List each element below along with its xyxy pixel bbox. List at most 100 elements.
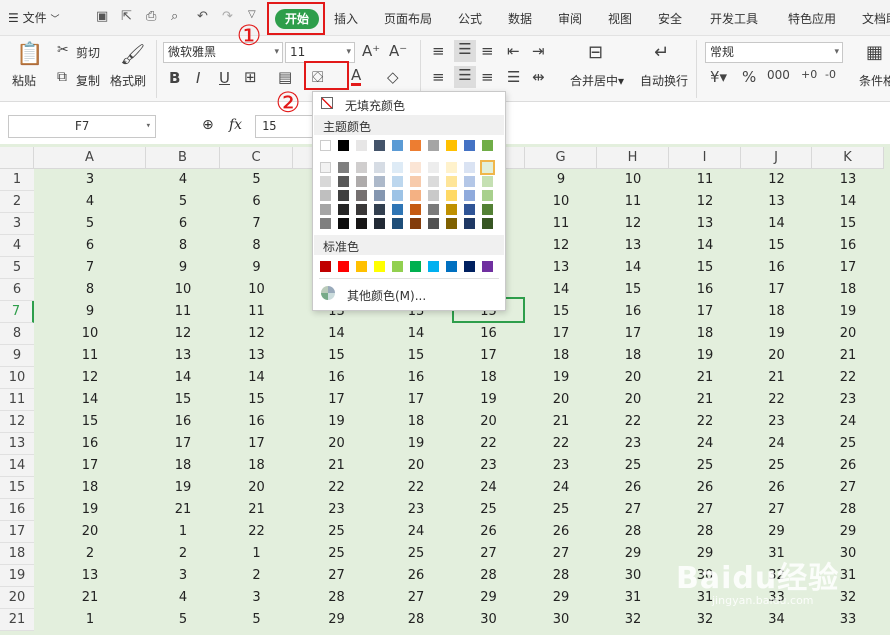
cell[interactable]: 20 xyxy=(597,389,669,411)
tab-page-layout[interactable]: 页面布局 xyxy=(384,10,432,27)
theme-shade-swatch[interactable] xyxy=(356,190,367,201)
cell[interactable]: 23 xyxy=(812,389,884,411)
row-header[interactable]: 11 xyxy=(0,389,34,411)
paste-button[interactable]: 粘贴 xyxy=(12,72,36,89)
tab-review[interactable]: 审阅 xyxy=(558,10,582,27)
theme-shade-swatch[interactable] xyxy=(410,204,421,215)
cell[interactable]: 6 xyxy=(220,191,293,213)
standard-color-swatch[interactable] xyxy=(410,261,421,272)
cell[interactable]: 11 xyxy=(34,345,146,367)
cell[interactable]: 17 xyxy=(741,279,812,301)
cell[interactable]: 17 xyxy=(380,389,452,411)
cell[interactable]: 28 xyxy=(812,499,884,521)
cell[interactable]: 21 xyxy=(741,367,812,389)
column-header-G[interactable]: G xyxy=(525,147,597,169)
cell[interactable]: 30 xyxy=(597,565,669,587)
theme-shade-swatch[interactable] xyxy=(410,218,421,229)
cell[interactable]: 29 xyxy=(525,587,597,609)
theme-color-swatch[interactable] xyxy=(446,140,457,151)
cell[interactable]: 15 xyxy=(293,345,380,367)
print-preview-icon[interactable]: ⌕ xyxy=(171,9,178,24)
cell[interactable]: 16 xyxy=(669,279,741,301)
save-icon[interactable]: ▣ xyxy=(96,9,108,24)
name-box[interactable]: F7 ▾ xyxy=(8,115,156,138)
theme-shade-swatch[interactable] xyxy=(410,190,421,201)
cell[interactable]: 22 xyxy=(293,477,380,499)
font-size-select[interactable]: 11 ▾ xyxy=(285,42,355,63)
cell[interactable]: 1 xyxy=(220,543,293,565)
cell[interactable]: 14 xyxy=(669,235,741,257)
cell[interactable]: 26 xyxy=(597,477,669,499)
cell[interactable]: 13 xyxy=(34,565,146,587)
cell[interactable]: 22 xyxy=(380,477,452,499)
theme-shade-swatch[interactable] xyxy=(392,218,403,229)
redo-icon[interactable]: ↷ xyxy=(222,9,233,24)
cell[interactable]: 25 xyxy=(293,521,380,543)
cell[interactable]: 15 xyxy=(34,411,146,433)
cell[interactable]: 14 xyxy=(34,389,146,411)
theme-color-swatch[interactable] xyxy=(410,140,421,151)
cell[interactable]: 25 xyxy=(597,455,669,477)
cell[interactable]: 25 xyxy=(293,543,380,565)
theme-shade-swatch[interactable] xyxy=(446,190,457,201)
cell[interactable]: 27 xyxy=(741,499,812,521)
theme-shade-swatch[interactable] xyxy=(320,204,331,215)
cell[interactable]: 15 xyxy=(812,213,884,235)
fx-label[interactable]: fx xyxy=(229,117,242,133)
cell[interactable]: 28 xyxy=(452,565,525,587)
cell[interactable]: 21 xyxy=(293,455,380,477)
tab-security[interactable]: 安全 xyxy=(658,10,682,27)
theme-shade-swatch[interactable] xyxy=(320,162,331,173)
font-name-select[interactable]: 微软雅黑 ▾ xyxy=(163,42,283,63)
cell[interactable]: 5 xyxy=(220,609,293,631)
row-header[interactable]: 15 xyxy=(0,477,34,499)
cell[interactable]: 18 xyxy=(812,279,884,301)
font-color-icon[interactable]: A xyxy=(351,67,362,86)
cell[interactable]: 16 xyxy=(146,411,220,433)
theme-shade-swatch[interactable] xyxy=(428,218,439,229)
cell[interactable]: 17 xyxy=(525,323,597,345)
cell[interactable]: 21 xyxy=(669,367,741,389)
more-colors-option[interactable]: 其他颜色(M)... xyxy=(313,284,505,304)
cell[interactable]: 26 xyxy=(669,477,741,499)
cell[interactable]: 14 xyxy=(812,191,884,213)
theme-shade-swatch[interactable] xyxy=(410,176,421,187)
cut-button[interactable]: 剪切 xyxy=(76,44,100,61)
decrease-decimal-icon[interactable]: -0 xyxy=(825,68,836,81)
theme-shade-swatch[interactable] xyxy=(320,190,331,201)
row-header[interactable]: 21 xyxy=(0,609,34,631)
cell[interactable]: 26 xyxy=(812,455,884,477)
theme-shade-swatch[interactable] xyxy=(374,204,385,215)
theme-shade-swatch[interactable] xyxy=(428,190,439,201)
theme-shade-swatch[interactable] xyxy=(464,204,475,215)
cell[interactable]: 17 xyxy=(452,345,525,367)
cell[interactable]: 11 xyxy=(669,169,741,191)
tab-view[interactable]: 视图 xyxy=(608,10,632,27)
percent-button[interactable]: % xyxy=(742,68,756,86)
column-header-B[interactable]: B xyxy=(146,147,220,169)
cell[interactable]: 15 xyxy=(669,257,741,279)
cell[interactable]: 11 xyxy=(220,301,293,323)
cell[interactable]: 16 xyxy=(452,323,525,345)
cell[interactable]: 32 xyxy=(597,609,669,631)
conditional-format-button[interactable]: 条件格 xyxy=(859,72,890,89)
cell[interactable]: 13 xyxy=(812,169,884,191)
cell[interactable]: 26 xyxy=(380,565,452,587)
theme-shade-swatch[interactable] xyxy=(392,162,403,173)
cell[interactable]: 18 xyxy=(669,323,741,345)
cell[interactable]: 26 xyxy=(525,521,597,543)
standard-color-swatch[interactable] xyxy=(446,261,457,272)
cell[interactable]: 17 xyxy=(293,389,380,411)
underline-button[interactable]: U xyxy=(219,69,230,87)
cell[interactable]: 4 xyxy=(146,587,220,609)
cell[interactable]: 28 xyxy=(293,587,380,609)
cell[interactable]: 9 xyxy=(525,169,597,191)
cell[interactable]: 29 xyxy=(293,609,380,631)
align-top-icon[interactable]: ≡ xyxy=(432,42,445,60)
cell[interactable]: 17 xyxy=(34,455,146,477)
cell[interactable]: 17 xyxy=(220,433,293,455)
indent-icon[interactable]: ⇥ xyxy=(532,42,545,60)
theme-shade-swatch[interactable] xyxy=(482,190,493,201)
cell[interactable]: 20 xyxy=(34,521,146,543)
currency-button[interactable]: ¥▾ xyxy=(710,68,727,86)
